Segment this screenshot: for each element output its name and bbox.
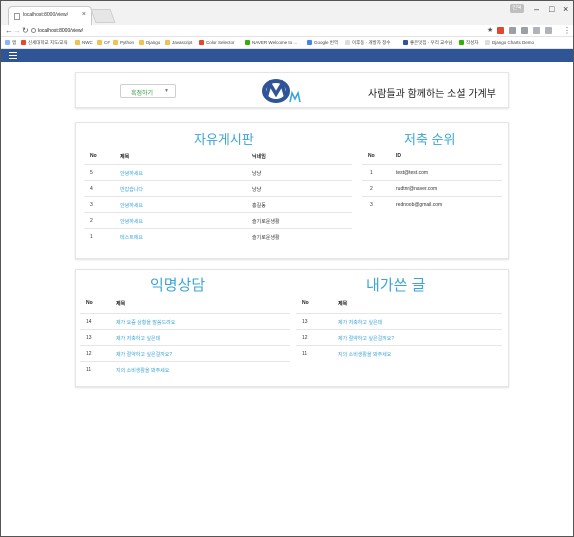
bookmark-item[interactable]: 앱	[5, 40, 16, 46]
table-row[interactable]: 5 안녕하세요 냥냥	[84, 164, 352, 180]
bookmark-item[interactable]: Javascript	[165, 40, 192, 45]
post-link[interactable]: 제가 저축하고 싶은데	[116, 335, 160, 342]
table-row[interactable]: 13 제가 저축하고 싶은데	[80, 329, 290, 345]
bookmarks-bar: 앱 신세대학교 지도/교육 NWC C# Python Django Javas…	[1, 37, 573, 49]
post-link[interactable]: 제가 절약하고 싶은걸까요?	[116, 351, 172, 358]
bookmark-item[interactable]: C#	[97, 40, 110, 45]
extension-icon[interactable]	[545, 27, 552, 34]
mine-col-no: No	[302, 300, 309, 306]
back-icon[interactable]: ←	[5, 26, 13, 35]
table-row[interactable]: 2 안녕하세요 슬기로운생활	[84, 212, 352, 228]
post-link[interactable]: 제가 절약하고 싶은걸까요?	[338, 335, 394, 342]
menu-icon[interactable]: ⋮	[563, 26, 571, 35]
counsel-col-no: No	[86, 300, 93, 306]
app-navbar	[1, 49, 573, 62]
site-tagline: 사람들과 함께하는 소셜 가계부	[368, 89, 496, 100]
table-row: 3 rednoob@gmail.com	[362, 196, 502, 212]
table-row[interactable]: 11 지의 소비생활을 봐주세요	[296, 345, 502, 361]
post-link[interactable]: 지의 소비생활을 봐주세요	[338, 351, 391, 358]
board-col-no: No	[90, 153, 97, 159]
board-col-author: 닉네임	[252, 154, 266, 160]
table-row[interactable]: 14 제가 요즘 상황을 말씀드려요	[80, 313, 290, 329]
page-icon	[14, 13, 20, 20]
table-row[interactable]: 12 제가 절약하고 싶은걸까요?	[296, 329, 502, 345]
counsel-mine-card: 익명상담 No 제목 14 제가 요즘 상황을 말씀드려요 13 제가 저축하고…	[75, 269, 509, 387]
bookmark-item[interactable]: 작성자	[459, 40, 478, 46]
counsel-title: 익명상담	[150, 277, 206, 294]
url-field[interactable]: localhost:8000/view/	[31, 26, 83, 36]
post-link[interactable]: 안녕하세요	[120, 170, 143, 177]
post-link[interactable]: 안녕하세요	[120, 202, 143, 209]
ranking-title: 저축 순위	[404, 132, 456, 147]
info-icon	[31, 28, 36, 33]
new-tab-button[interactable]	[90, 9, 116, 23]
address-bar: ← → ↻ localhost:8000/view/ ★ ⋮	[1, 25, 573, 37]
bookmark-item[interactable]: Color Selector	[199, 40, 235, 45]
post-link[interactable]: 안녕하세요	[120, 218, 143, 225]
minimize-icon[interactable]: –	[534, 4, 539, 14]
tab-bar: localhost:8000/view/ × 인덕 – □ ×	[1, 1, 573, 25]
ranking-col-no: No	[368, 153, 375, 159]
extension-icon[interactable]	[509, 27, 516, 34]
post-link[interactable]: 제가 저축하고 싶은데	[338, 319, 382, 326]
bookmark-item[interactable]: Django	[139, 40, 160, 45]
bookmark-item[interactable]: NAVER Welcome to ...	[245, 40, 297, 45]
app-logo	[262, 79, 301, 103]
post-link[interactable]: 테스트에요	[120, 234, 143, 241]
table-row[interactable]: 11 지의 소비생활을 봐주세요	[80, 361, 290, 377]
mine-col-title: 제목	[338, 301, 348, 307]
table-row[interactable]: 3 안녕하세요 홍길동	[84, 196, 352, 212]
close-window-icon[interactable]: ×	[563, 4, 568, 14]
user-badge[interactable]: 인덕	[510, 4, 524, 13]
select-label: 흑점하기	[131, 91, 154, 97]
table-row[interactable]: 12 제가 절약하고 싶은걸까요?	[80, 345, 290, 361]
browser-tab[interactable]: localhost:8000/view/ ×	[8, 6, 92, 25]
url-text: localhost:8000/view/	[38, 28, 84, 34]
select-dropdown[interactable]: 흑점하기 ▼	[120, 84, 176, 98]
table-row[interactable]: 13 제가 저축하고 싶은데	[296, 313, 502, 329]
bookmark-item[interactable]: 이후동 · 개발자 정수	[345, 40, 390, 46]
close-tab-icon[interactable]: ×	[82, 11, 86, 18]
board-col-title: 제목	[120, 154, 130, 160]
bookmark-item[interactable]: Google 번역	[307, 40, 338, 46]
bookmark-item[interactable]: Python	[113, 40, 134, 45]
extension-icon[interactable]	[521, 27, 528, 34]
extension-icon[interactable]	[533, 27, 540, 34]
mine-title: 내가쓴 글	[366, 277, 426, 294]
tab-title: localhost:8000/view/	[23, 12, 69, 18]
forward-icon[interactable]: →	[13, 26, 21, 35]
header-card: 흑점하기 ▼ 사람들과 함께하는 소셜 가계부	[75, 72, 509, 108]
bookmark-item[interactable]: NWC	[75, 40, 93, 45]
browser-window: localhost:8000/view/ × 인덕 – □ × ← → ↻ lo…	[0, 0, 574, 537]
table-row[interactable]: 4 반갑습니다 냥냥	[84, 180, 352, 196]
table-row[interactable]: 1 테스트에요 슬기로운생활	[84, 228, 352, 244]
bookmark-star-icon[interactable]: ★	[487, 26, 493, 34]
post-link[interactable]: 반갑습니다	[120, 186, 143, 193]
reload-icon[interactable]: ↻	[22, 26, 29, 35]
bookmark-item[interactable]: 신세대학교 지도/교육	[21, 40, 68, 46]
board-title: 자유게시판	[194, 132, 254, 147]
post-link[interactable]: 제가 요즘 상황을 말씀드려요	[116, 319, 175, 326]
maximize-icon[interactable]: □	[549, 4, 554, 14]
ranking-col-id: ID	[396, 153, 401, 159]
bookmark-item[interactable]: Django Charts Demo	[485, 40, 534, 45]
bookmark-item[interactable]: 좋은맛집 · 우리 교수님	[403, 40, 453, 46]
chevron-down-icon: ▼	[164, 88, 169, 94]
extension-icon[interactable]	[497, 27, 504, 34]
table-row: 2 rudtnr@naver.com	[362, 180, 502, 196]
board-ranking-card: 자유게시판 No 제목 닉네임 5 안녕하세요 냥냥 4 반갑습니다 냥냥 3 …	[75, 122, 509, 259]
hamburger-menu-icon[interactable]	[9, 52, 17, 59]
counsel-col-title: 제목	[116, 301, 126, 307]
table-row: 1 test@test.com	[362, 164, 502, 180]
post-link[interactable]: 지의 소비생활을 봐주세요	[116, 367, 169, 374]
